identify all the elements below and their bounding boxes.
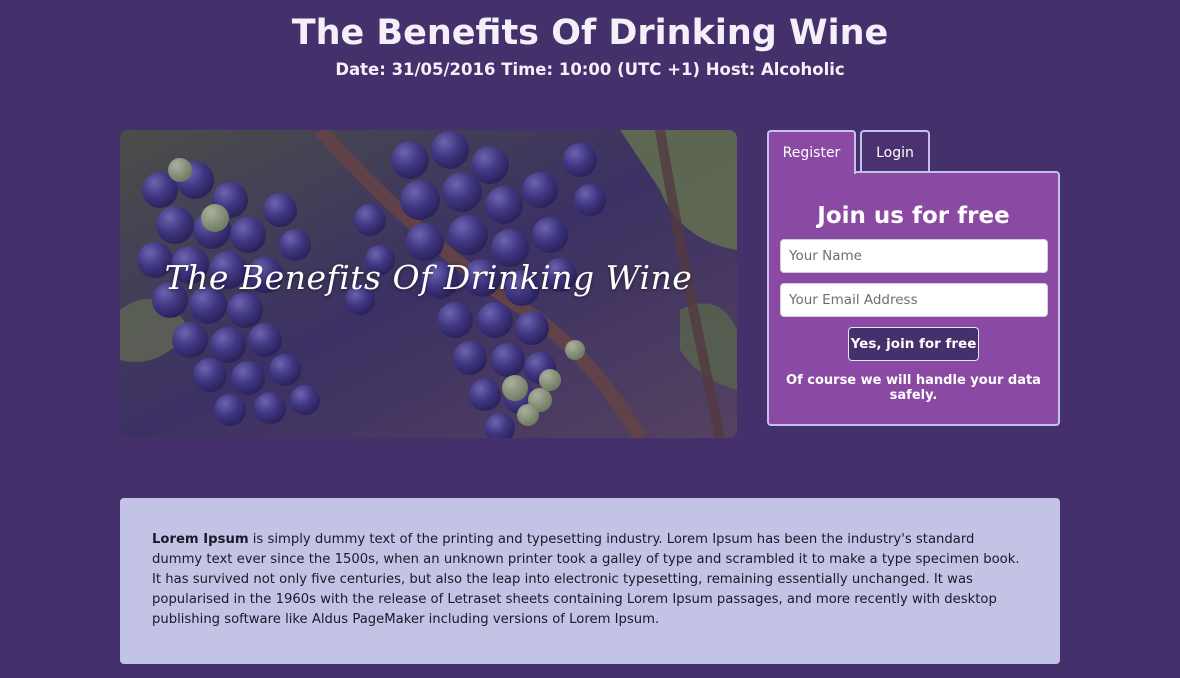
tab-register[interactable]: Register [767, 130, 856, 174]
description-panel: Lorem Ipsum is simply dummy text of the … [120, 498, 1060, 664]
form-title: Join us for free [817, 203, 1010, 229]
event-details: Date: 31/05/2016 Time: 10:00 (UTC +1) Ho… [335, 60, 845, 79]
page-header: The Benefits Of Drinking Wine Date: 31/0… [0, 10, 1180, 81]
join-button[interactable]: Yes, join for free [848, 327, 979, 361]
hero-title: The Benefits Of Drinking Wine [164, 258, 693, 297]
signup-form: Join us for free Yes, join for free Of c… [767, 171, 1060, 426]
email-field[interactable] [780, 283, 1048, 317]
description-body: is simply dummy text of the printing and… [152, 532, 1020, 627]
privacy-note: Of course we will handle your data safel… [786, 373, 1041, 403]
description-text: Lorem Ipsum is simply dummy text of the … [152, 530, 1028, 630]
description-lead: Lorem Ipsum [152, 532, 249, 547]
page-title: The Benefits Of Drinking Wine [291, 13, 889, 53]
tab-login[interactable]: Login [860, 130, 930, 174]
name-field[interactable] [780, 239, 1048, 273]
hero-image: The Benefits Of Drinking Wine [120, 130, 737, 438]
